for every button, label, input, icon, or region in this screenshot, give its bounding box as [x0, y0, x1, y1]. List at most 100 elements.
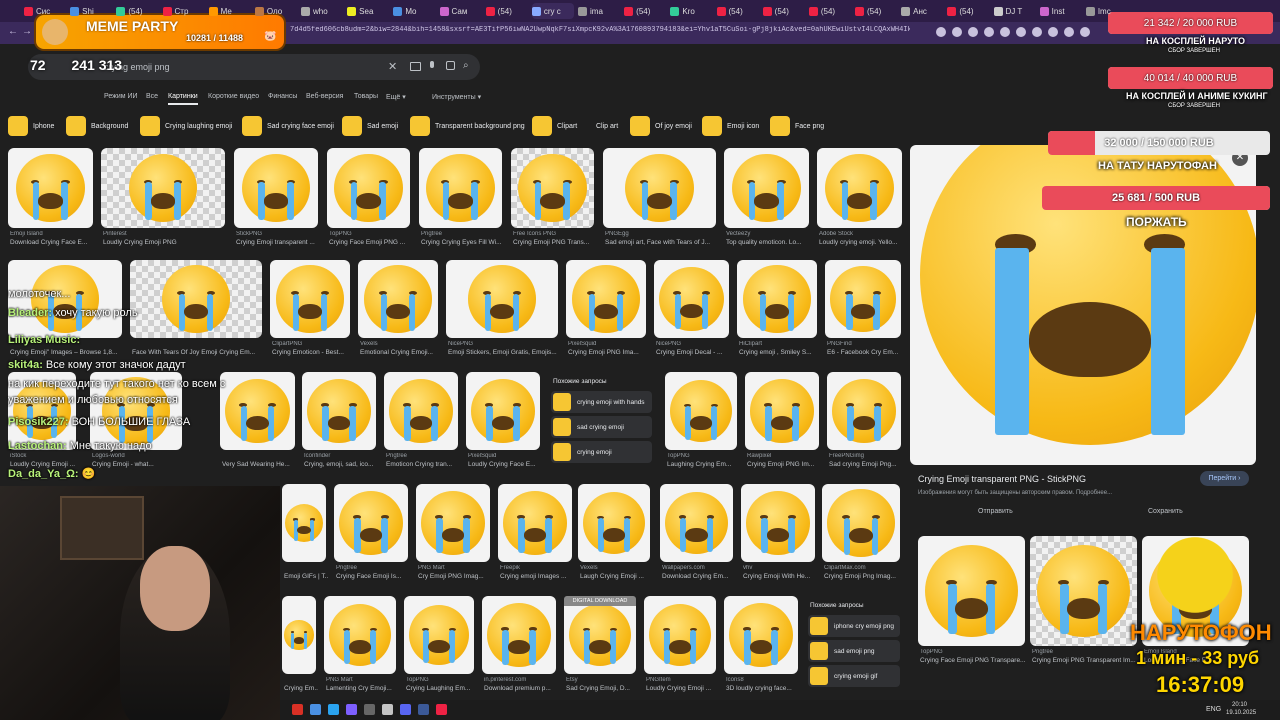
lens-icon[interactable] [446, 61, 455, 70]
related-item[interactable]: crying emoji [551, 441, 652, 463]
image-result[interactable]: PixelSquid Crying Emoji PNG Ima... [566, 260, 646, 360]
result-thumbnail[interactable] [827, 372, 901, 450]
image-result[interactable]: in.pinterest.com Download premium p... [482, 596, 556, 696]
result-thumbnail[interactable] [665, 372, 737, 450]
app-icon[interactable] [364, 704, 375, 715]
browser-tab[interactable]: Оло [254, 3, 297, 19]
tab-shopping[interactable]: Товары [354, 93, 378, 100]
result-thumbnail[interactable] [482, 596, 556, 674]
image-result[interactable]: Etsy Sad Crying Emoji, D... [564, 596, 636, 696]
result-caption[interactable]: Crying emoji Images ... [500, 573, 574, 580]
image-result[interactable]: Vecteezy Top quality emoticon. Lo... [724, 148, 809, 250]
image-result[interactable]: ClipartMax.com Crying Emoji Png Imag... [822, 484, 900, 584]
image-result[interactable]: Free Icons PNG Crying Emoji PNG Trans... [511, 148, 594, 250]
tab-ai-mode[interactable]: Режим ИИ [104, 93, 138, 100]
browser-tab[interactable]: Shi [70, 3, 112, 19]
clock-date[interactable]: 19.10.2025 [1226, 710, 1256, 716]
extension-icon[interactable] [1080, 27, 1090, 37]
app-icon[interactable] [346, 704, 357, 715]
result-caption[interactable]: Crying Emoji PNG Transparent Im... [1032, 657, 1139, 664]
browser-tab[interactable]: who [301, 3, 343, 19]
browser-tab[interactable]: Сис [24, 3, 66, 19]
browser-tab[interactable]: (54) [716, 3, 759, 19]
browser-tab[interactable]: (54) [855, 3, 897, 19]
image-result[interactable]: Face With Tears Of Joy Emoji Crying Em..… [130, 260, 262, 360]
result-thumbnail[interactable] [566, 260, 646, 338]
result-caption[interactable]: Laughing Crying Em... [667, 461, 739, 468]
browser-tab[interactable]: Me [208, 3, 251, 19]
extension-icon[interactable] [984, 27, 994, 37]
browser-tab[interactable]: (54) [624, 3, 666, 19]
extension-icon[interactable] [936, 27, 946, 37]
result-caption[interactable]: Crying Emoji - what... [92, 461, 184, 468]
image-result[interactable]: Pngtree Crying Face Emoji Is... [334, 484, 408, 584]
browser-tab[interactable]: Анс [901, 3, 943, 19]
image-result[interactable]: Pngtree Crying Emoji PNG Transparent Im..… [1030, 536, 1137, 668]
result-thumbnail[interactable] [644, 596, 716, 674]
image-result[interactable]: Emoji GIFs | T... [282, 484, 328, 584]
chip-of-joy[interactable]: Of joy emoji [630, 114, 692, 138]
result-thumbnail[interactable] [282, 484, 326, 562]
result-caption[interactable]: Crying Face Emoji Is... [336, 573, 410, 580]
related-item[interactable]: crying emoji with hands [551, 391, 652, 413]
image-result[interactable]: TopPNG Crying Laughing Em... [404, 596, 474, 696]
result-caption[interactable]: Sad Crying Emoji, D... [566, 685, 638, 692]
related-item[interactable]: crying emoji gif [808, 665, 900, 687]
browser-tab[interactable]: cry c [531, 3, 574, 19]
chip-emoji-icon[interactable]: Emoji icon [702, 114, 760, 138]
tab-short-videos[interactable]: Короткие видео [208, 93, 259, 100]
image-result[interactable]: FreePNGimg Sad crying Emoji Png... [827, 372, 901, 472]
result-caption[interactable]: Emoji GIFs | T... [284, 573, 328, 580]
result-thumbnail[interactable] [817, 148, 902, 228]
result-thumbnail[interactable] [282, 596, 316, 674]
result-caption[interactable]: Loudly Crying Face E... [468, 461, 542, 468]
image-result[interactable]: Emoji Island Download Crying Face E... [8, 148, 93, 250]
image-result[interactable]: Vexels Laugh Crying Emoji ... [578, 484, 650, 584]
keyboard-icon[interactable] [410, 62, 421, 71]
result-caption[interactable]: Sad emoji art, Face with Tears of J... [605, 239, 718, 246]
image-result[interactable]: Adobe Stock Loudly crying emoji. Yello... [817, 148, 902, 250]
image-result[interactable]: TopPNG Crying Face Emoji PNG ... [327, 148, 410, 250]
result-caption[interactable]: Very Sad Wearing He... [222, 461, 297, 468]
tools-button[interactable]: Инструменты ▾ [432, 93, 481, 101]
image-result[interactable]: Pngtree Crying Crying Eyes Fill Wi... [419, 148, 502, 250]
tab-all[interactable]: Все [146, 93, 158, 100]
chip-sad-emoji[interactable]: Sad emoji [342, 114, 399, 138]
result-thumbnail[interactable] [741, 484, 815, 562]
app-icon[interactable] [382, 704, 393, 715]
app-icon[interactable] [310, 704, 321, 715]
image-result[interactable]: Very Sad Wearing He... [220, 372, 295, 472]
result-caption[interactable]: Face With Tears Of Joy Emoji Crying Em..… [132, 349, 264, 356]
result-thumbnail[interactable] [270, 260, 350, 338]
result-thumbnail[interactable] [745, 372, 819, 450]
result-caption[interactable]: Download Crying Em... [662, 573, 735, 580]
result-thumbnail[interactable] [234, 148, 318, 228]
result-thumbnail[interactable] [419, 148, 502, 228]
result-thumbnail[interactable] [101, 148, 225, 228]
result-caption[interactable]: Lamenting Cry Emoji... [326, 685, 398, 692]
result-caption[interactable]: Crying emoji , Smiley S... [739, 349, 819, 356]
result-caption[interactable]: Crying Laughing Em... [406, 685, 476, 692]
result-caption[interactable]: Crying Emoji PNG Ima... [568, 349, 648, 356]
image-result[interactable]: Pngtree Emoticon Crying tran... [384, 372, 458, 472]
image-result[interactable]: vhv Crying Emoji With He... [741, 484, 815, 584]
tab-finance[interactable]: Финансы [268, 93, 297, 100]
chip-iphone[interactable]: Iphone [8, 114, 55, 138]
result-thumbnail[interactable] [220, 372, 295, 450]
result-thumbnail[interactable] [825, 260, 901, 338]
result-thumbnail[interactable] [918, 536, 1025, 646]
save-button[interactable]: Сохранить [1148, 508, 1183, 515]
image-result[interactable]: ClipartPNG Crying Emoticon - Best... [270, 260, 350, 360]
chip-sad-crying-face[interactable]: Sad crying face emoji [242, 114, 334, 138]
result-thumbnail[interactable] [724, 596, 798, 674]
image-result[interactable]: PixelSquid Loudly Crying Face E... [466, 372, 540, 472]
result-thumbnail[interactable] [603, 148, 716, 228]
result-caption[interactable]: 3D loudly crying face... [726, 685, 800, 692]
result-thumbnail[interactable] [384, 372, 458, 450]
result-thumbnail[interactable] [737, 260, 817, 338]
browser-tab[interactable]: ima [578, 3, 620, 19]
result-caption[interactable]: E6 - Facebook Cry Em... [827, 349, 903, 356]
result-caption[interactable]: Crying Crying Eyes Fill Wi... [421, 239, 504, 246]
chip-face-png[interactable]: Face png [770, 114, 825, 138]
image-result[interactable]: TopPNG Laughing Crying Em... [665, 372, 737, 472]
